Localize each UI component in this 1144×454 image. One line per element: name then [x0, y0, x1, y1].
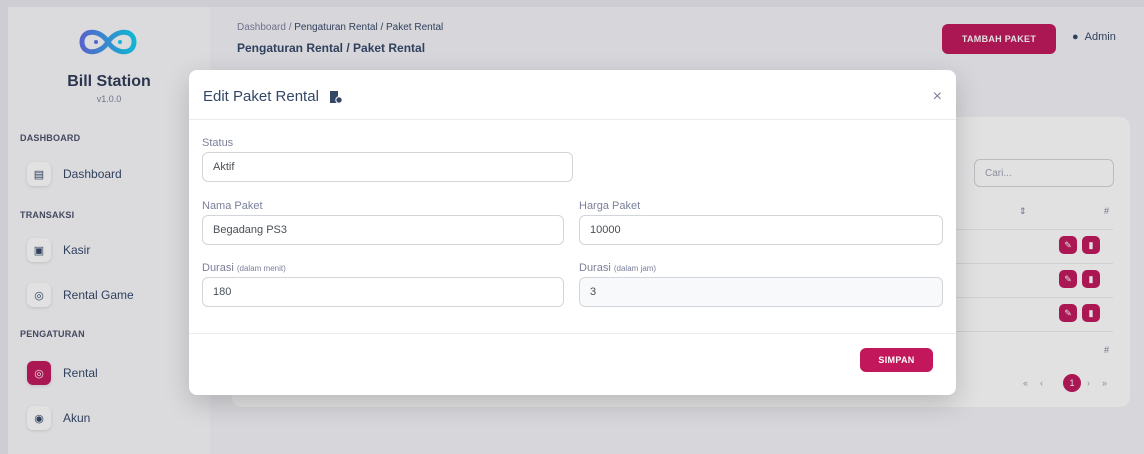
duration-minutes-label-text: Durasi	[202, 262, 234, 274]
modal-header-divider	[189, 119, 956, 120]
duration-hours-label-text: Durasi	[579, 262, 611, 274]
status-label: Status	[202, 137, 234, 149]
modal-title-text: Edit Paket Rental	[203, 88, 319, 105]
modal-footer-divider	[189, 333, 956, 334]
close-icon[interactable]: ×	[933, 88, 942, 106]
duration-minutes-hint: (dalam menit)	[236, 264, 286, 273]
edit-package-modal: Edit Paket Rental × Status Aktif Nama Pa…	[189, 70, 956, 395]
duration-hours-input[interactable]: 3	[579, 277, 943, 307]
package-price-label: Harga Paket	[579, 200, 641, 212]
status-select[interactable]: Aktif	[202, 152, 573, 182]
duration-minutes-input[interactable]: 180	[202, 277, 564, 307]
edit-document-icon	[329, 90, 343, 104]
package-name-input[interactable]: Begadang PS3	[202, 215, 564, 245]
package-name-label: Nama Paket	[202, 200, 263, 212]
duration-hours-label: Durasi (dalam jam)	[579, 262, 656, 274]
save-button[interactable]: SIMPAN	[860, 348, 933, 372]
duration-minutes-label: Durasi (dalam menit)	[202, 262, 286, 274]
package-price-input[interactable]: 10000	[579, 215, 943, 245]
modal-title: Edit Paket Rental	[203, 88, 343, 105]
duration-hours-hint: (dalam jam)	[613, 264, 657, 273]
